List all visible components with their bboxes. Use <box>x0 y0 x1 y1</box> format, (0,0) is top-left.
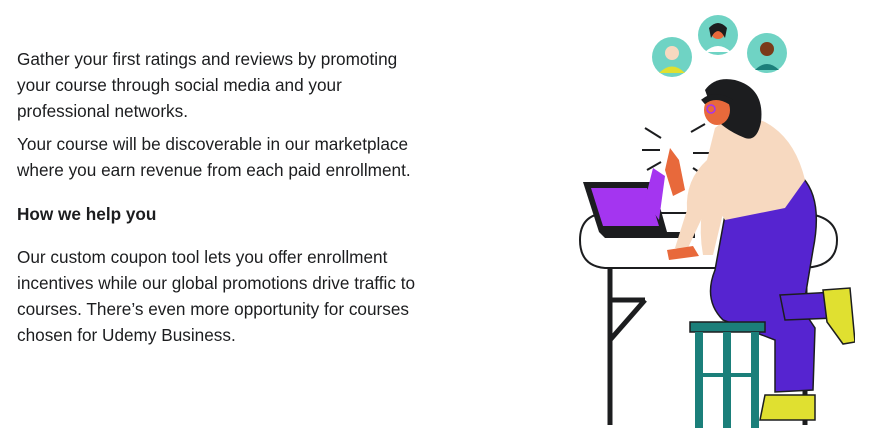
shoe-floor <box>759 394 816 421</box>
course-promotion-text: Gather your first ratings and reviews by… <box>17 46 417 355</box>
coupon-tool-paragraph: Our custom coupon tool lets you offer en… <box>17 247 416 345</box>
how-we-help-heading: How we help you <box>17 204 157 224</box>
instructor-laptop-illustration <box>578 15 855 428</box>
student-avatar-center <box>698 15 738 55</box>
student-avatar-left <box>652 37 692 77</box>
instructor-head <box>701 79 762 139</box>
shoe-raised <box>822 287 855 345</box>
student-avatar-right <box>747 33 787 73</box>
ratings-paragraph: Gather your first ratings and reviews by… <box>17 49 398 121</box>
marketplace-paragraph: Your course will be discoverable in our … <box>17 134 411 180</box>
stool <box>689 321 766 428</box>
